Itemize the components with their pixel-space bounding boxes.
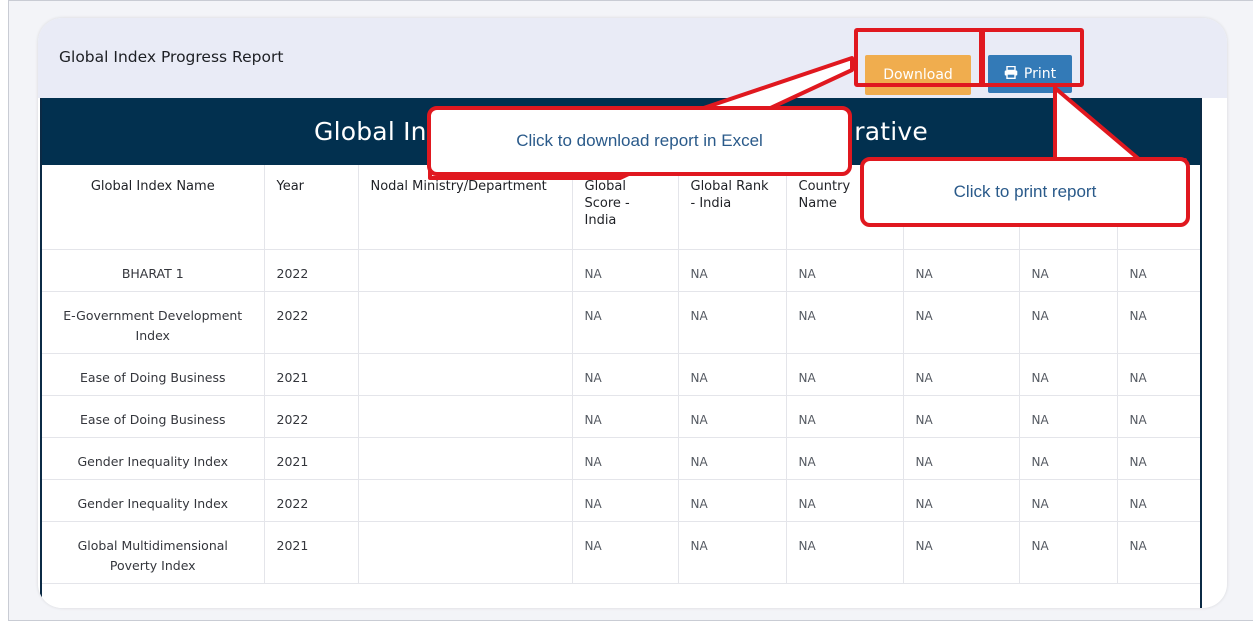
index-name-cell: Global Multidimensional Poverty Index bbox=[42, 521, 265, 584]
table-cell: NA bbox=[678, 395, 787, 438]
column-header: Year bbox=[264, 165, 359, 250]
table-cell: NA bbox=[786, 353, 904, 396]
table-cell: NA bbox=[903, 395, 1020, 438]
table-row: Gender Inequality Index 2021 NA NA NA NA NA NA bbox=[42, 437, 1200, 480]
year-cell: 2021 bbox=[264, 437, 359, 480]
card-header: Global Index Progress Report Download Pr… bbox=[38, 18, 1227, 98]
table-cell: NA bbox=[903, 291, 1020, 354]
table-cell: NA bbox=[786, 291, 904, 354]
table-cell: NA bbox=[572, 521, 679, 584]
print-button[interactable]: Print bbox=[988, 55, 1072, 93]
table-cell: NA bbox=[572, 437, 679, 480]
year-cell: 2021 bbox=[264, 521, 359, 584]
year-cell: 2022 bbox=[264, 249, 359, 292]
table-row: Ease of Doing Business 2021 NA NA NA NA NA NA bbox=[42, 353, 1200, 396]
printer-icon bbox=[1004, 65, 1018, 83]
table-cell: NA bbox=[678, 353, 787, 396]
banner-title-left: Global In bbox=[314, 117, 427, 146]
table-cell: NA bbox=[1019, 395, 1118, 438]
table-cell: NA bbox=[903, 521, 1020, 584]
table-body: BHARAT 1 2022 NA NA NA NA NA NA E-Government Dev… bbox=[42, 249, 1200, 584]
index-name-cell: Ease of Doing Business bbox=[42, 395, 265, 438]
table-cell: NA bbox=[1117, 291, 1200, 354]
column-header: Global Index Name bbox=[42, 165, 265, 250]
table-cell: NA bbox=[678, 437, 787, 480]
table-cell: NA bbox=[572, 249, 679, 292]
table-cell: NA bbox=[1019, 479, 1118, 522]
print-callout: Click to print report bbox=[860, 157, 1190, 227]
banner-title-right: arative bbox=[838, 117, 928, 146]
table-cell: NA bbox=[1117, 521, 1200, 584]
table-row: Ease of Doing Business 2022 NA NA NA NA NA NA bbox=[42, 395, 1200, 438]
table-cell: NA bbox=[1019, 249, 1118, 292]
table-cell: NA bbox=[678, 291, 787, 354]
table-row: Gender Inequality Index 2022 NA NA NA NA NA NA bbox=[42, 479, 1200, 522]
table-cell: NA bbox=[1019, 437, 1118, 480]
index-name-cell: Gender Inequality Index bbox=[42, 479, 265, 522]
table-cell bbox=[358, 249, 573, 292]
index-name-cell: Gender Inequality Index bbox=[42, 437, 265, 480]
table-cell bbox=[358, 395, 573, 438]
table-cell: NA bbox=[678, 249, 787, 292]
table-cell: NA bbox=[1117, 437, 1200, 480]
column-header: Nodal Ministry/Department bbox=[358, 165, 573, 250]
table-cell bbox=[358, 479, 573, 522]
table-cell: NA bbox=[1117, 249, 1200, 292]
year-cell: 2022 bbox=[264, 479, 359, 522]
table-cell: NA bbox=[678, 479, 787, 522]
table-cell: NA bbox=[786, 249, 904, 292]
table-cell: NA bbox=[572, 479, 679, 522]
table-cell: NA bbox=[572, 291, 679, 354]
table-cell: NA bbox=[903, 479, 1020, 522]
table-row: Global Multidimensional Poverty Index 202… bbox=[42, 521, 1200, 584]
table-cell: NA bbox=[1019, 521, 1118, 584]
table-cell: NA bbox=[903, 437, 1020, 480]
year-cell: 2022 bbox=[264, 395, 359, 438]
table-cell: NA bbox=[1117, 353, 1200, 396]
download-button[interactable]: Download bbox=[865, 55, 971, 95]
year-cell: 2022 bbox=[264, 291, 359, 354]
download-callout: Click to download report in Excel bbox=[427, 106, 852, 176]
index-name-cell: Ease of Doing Business bbox=[42, 353, 265, 396]
table-cell: NA bbox=[1117, 395, 1200, 438]
column-header: Global Rank - India bbox=[678, 165, 787, 250]
table-cell: NA bbox=[572, 395, 679, 438]
table-cell: NA bbox=[786, 437, 904, 480]
page-title: Global Index Progress Report bbox=[59, 48, 284, 66]
table-cell bbox=[358, 353, 573, 396]
table-cell: NA bbox=[786, 479, 904, 522]
table-cell bbox=[358, 291, 573, 354]
table-cell: NA bbox=[1117, 479, 1200, 522]
table-cell: NA bbox=[572, 353, 679, 396]
index-name-cell: E-Government Development Index bbox=[42, 291, 265, 354]
table-row: BHARAT 1 2022 NA NA NA NA NA NA bbox=[42, 249, 1200, 292]
table-cell bbox=[358, 437, 573, 480]
table-cell: NA bbox=[786, 521, 904, 584]
table-cell bbox=[358, 521, 573, 584]
table-cell: NA bbox=[786, 395, 904, 438]
table-cell: NA bbox=[678, 521, 787, 584]
table-cell: NA bbox=[1019, 291, 1118, 354]
table-row: E-Government Development Index 2022 NA NA NA… bbox=[42, 291, 1200, 354]
print-button-label: Print bbox=[1023, 66, 1057, 82]
table-cell: NA bbox=[903, 353, 1020, 396]
table-cell: NA bbox=[1019, 353, 1118, 396]
column-header: Global Score - India bbox=[572, 165, 679, 250]
index-name-cell: BHARAT 1 bbox=[42, 249, 265, 292]
report-table: Global Index Name Year Nodal Ministry/De… bbox=[42, 165, 1200, 584]
table-cell: NA bbox=[903, 249, 1020, 292]
year-cell: 2021 bbox=[264, 353, 359, 396]
